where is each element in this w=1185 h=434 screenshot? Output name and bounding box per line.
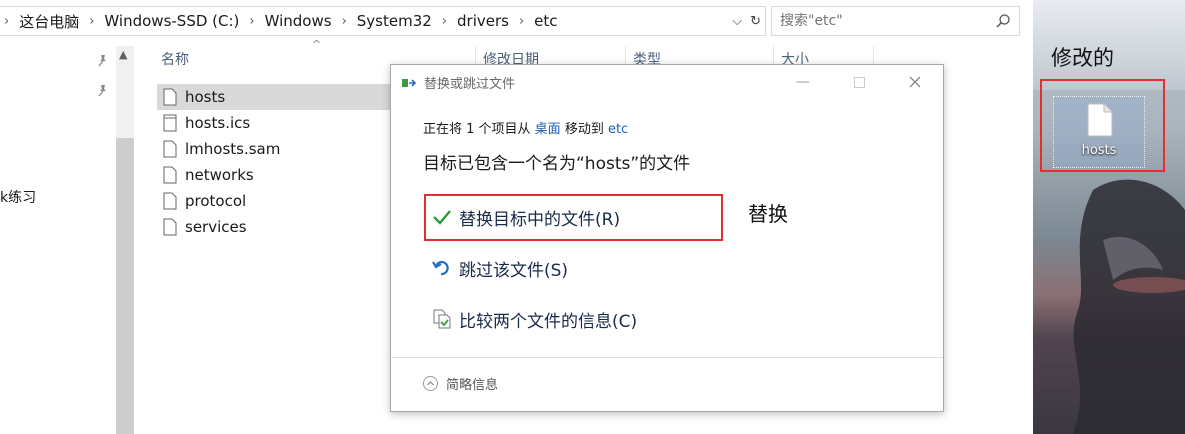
dialog-title: 替换或跳过文件: [424, 77, 516, 92]
file-row-networks[interactable]: networks: [157, 162, 391, 188]
file-name: networks: [185, 166, 254, 184]
chevron-right-icon[interactable]: ›: [442, 14, 447, 29]
close-button[interactable]: [887, 65, 943, 99]
column-name[interactable]: 名称: [161, 46, 189, 74]
pin-icon[interactable]: [96, 54, 110, 68]
fewer-details-toggle[interactable]: 简略信息: [423, 374, 498, 393]
minimize-button[interactable]: —: [775, 65, 831, 99]
chevron-right-icon[interactable]: ›: [4, 14, 9, 29]
breadcrumb-drivers[interactable]: drivers: [457, 12, 509, 30]
file-row-hosts-ics[interactable]: hosts.ics: [157, 110, 391, 136]
breadcrumb-windows[interactable]: Windows: [265, 12, 332, 30]
scrollbar-thumb[interactable]: [116, 138, 134, 434]
destination-link[interactable]: etc: [608, 122, 628, 137]
sort-ascending-icon: ^: [312, 38, 322, 51]
move-status: 正在将 1 个项目从 桌面 移动到 etc: [423, 118, 628, 137]
dropdown-history-icon[interactable]: ⌵: [732, 14, 742, 29]
file-name: lmhosts.sam: [185, 140, 281, 158]
move-files-icon: [402, 79, 417, 87]
maximize-icon: [853, 76, 865, 88]
status-prefix: 正在将 1 个项目从: [423, 122, 535, 137]
pin-icon[interactable]: [96, 84, 110, 98]
window-controls: —: [775, 65, 943, 99]
file-icon: [163, 166, 177, 184]
breadcrumb-system32[interactable]: System32: [357, 12, 432, 30]
file-icon: [163, 114, 177, 132]
skip-option[interactable]: 跳过该文件(S): [431, 252, 568, 284]
search-box[interactable]: [771, 6, 1020, 36]
chevron-right-icon[interactable]: ›: [519, 14, 524, 29]
compare-option[interactable]: 比较两个文件的信息(C): [431, 303, 637, 335]
compare-icon: [433, 309, 451, 329]
annotation-replace-note: 替换: [748, 202, 788, 226]
minimize-icon: —: [796, 74, 810, 90]
chevron-right-icon[interactable]: ›: [342, 14, 347, 29]
breadcrumb: › 这台电脑 › Windows-SSD (C:) › Windows › Sy…: [4, 7, 558, 35]
conflict-heading: 目标已包含一个名为“hosts”的文件: [423, 154, 691, 174]
file-icon: [163, 140, 177, 158]
skip-arrow-icon: [432, 260, 449, 276]
file-icon: [163, 218, 177, 236]
annotation-highlight-replace: [424, 194, 723, 241]
file-icon: [163, 192, 177, 210]
dialog-footer: 简略信息: [391, 357, 943, 411]
file-row-services[interactable]: services: [157, 214, 391, 240]
search-input[interactable]: [780, 12, 980, 30]
file-name: services: [185, 218, 247, 236]
scroll-up-icon[interactable]: ▲: [119, 48, 127, 61]
fewer-details-label: 简略信息: [446, 378, 499, 393]
file-row-lmhosts-sam[interactable]: lmhosts.sam: [157, 136, 391, 162]
chevron-right-icon[interactable]: ›: [249, 14, 254, 29]
annotation-highlight-desktop-file: [1040, 79, 1165, 172]
wallpaper-figure: [1073, 179, 1185, 434]
file-icon: [163, 88, 177, 106]
chevron-up-icon: [423, 376, 438, 391]
file-name: protocol: [185, 192, 247, 210]
breadcrumb-drive[interactable]: Windows-SSD (C:): [104, 12, 239, 30]
compare-option-label: 比较两个文件的信息(C): [459, 311, 638, 332]
annotation-modified-note: 修改的: [1051, 46, 1114, 70]
chevron-right-icon[interactable]: ›: [89, 14, 94, 29]
nav-item-partial[interactable]: k练习: [0, 187, 36, 207]
file-name: hosts: [185, 88, 226, 106]
file-name: hosts.ics: [185, 114, 251, 132]
file-row-protocol[interactable]: protocol: [157, 188, 391, 214]
breadcrumb-this-pc[interactable]: 这台电脑: [19, 11, 79, 32]
maximize-button[interactable]: [831, 65, 887, 99]
status-middle: 移动到: [560, 122, 608, 137]
close-icon: [909, 76, 921, 88]
file-row-hosts[interactable]: hosts: [157, 84, 391, 110]
skip-option-label: 跳过该文件(S): [459, 260, 569, 281]
navigation-pane: k练习: [0, 46, 134, 434]
source-link[interactable]: 桌面: [535, 122, 561, 137]
desktop-background: 修改的 hosts: [1033, 0, 1185, 434]
search-icon[interactable]: [995, 13, 1011, 29]
navigation-scrollbar[interactable]: ▲: [116, 46, 134, 434]
refresh-icon[interactable]: ↻: [750, 14, 761, 29]
address-bar[interactable]: › 这台电脑 › Windows-SSD (C:) › Windows › Sy…: [0, 6, 766, 36]
breadcrumb-etc[interactable]: etc: [534, 12, 557, 30]
